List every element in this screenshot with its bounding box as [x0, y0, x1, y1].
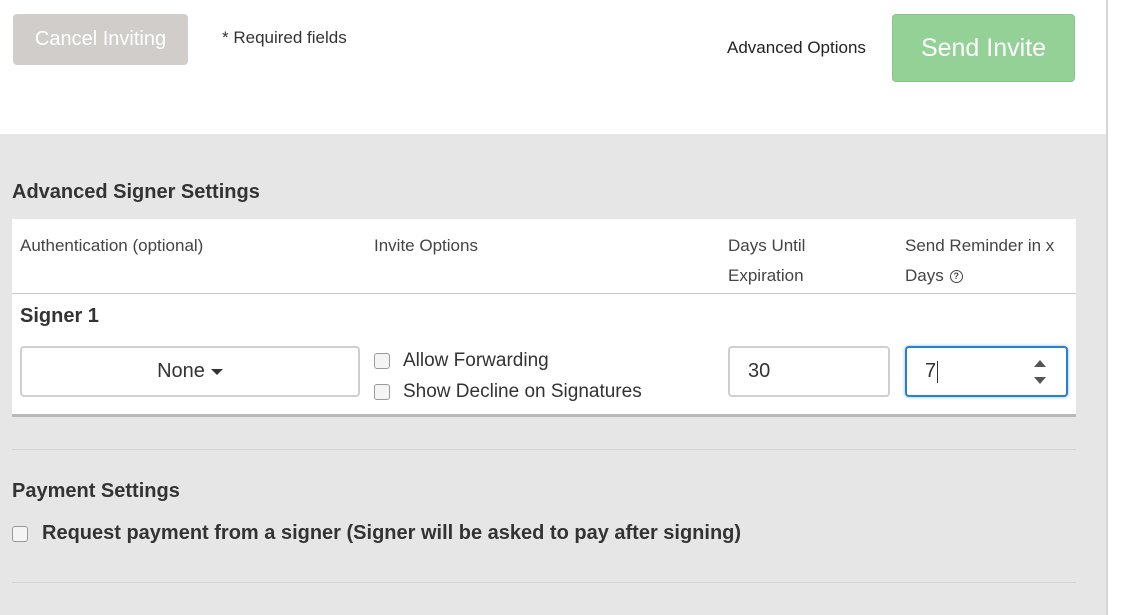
column-header-days-until-expiration: Days Until Expiration [728, 231, 805, 291]
signer-settings-table: Authentication (optional) Invite Options… [12, 219, 1076, 417]
signer-label: Signer 1 [20, 305, 99, 327]
number-spinner[interactable] [1032, 360, 1048, 384]
advanced-signer-settings-title: Advanced Signer Settings [12, 181, 260, 203]
header-divider [12, 293, 1076, 294]
show-decline-checkbox[interactable] [374, 384, 390, 400]
main-content: Cancel Inviting * Required fields Advanc… [0, 0, 1106, 615]
chevron-down-icon [210, 368, 223, 375]
section-divider [12, 449, 1076, 450]
text-cursor [937, 360, 939, 383]
column-header-reminder-line2: Days [905, 266, 944, 285]
send-invite-button[interactable]: Send Invite [892, 14, 1075, 82]
payment-settings-title: Payment Settings [12, 480, 180, 502]
allow-forwarding-label: Allow Forwarding [403, 350, 549, 371]
action-bar: Cancel Inviting * Required fields Advanc… [0, 0, 1106, 134]
reminder-days-input[interactable]: 7 [905, 346, 1068, 397]
column-header-expiration-line2: Expiration [728, 266, 804, 285]
request-payment-option[interactable]: Request payment from a signer (Signer wi… [12, 522, 741, 545]
expiration-days-input[interactable]: 30 [728, 346, 890, 397]
show-decline-option[interactable]: Show Decline on Signatures [374, 381, 642, 403]
column-header-reminder-line2-row: Days? [905, 261, 1054, 291]
column-header-invite-options: Invite Options [374, 236, 478, 255]
cancel-inviting-button[interactable]: Cancel Inviting [13, 14, 188, 65]
advanced-options-link[interactable]: Advanced Options [727, 38, 866, 58]
authentication-select[interactable]: None [20, 346, 360, 397]
expiration-days-value: 30 [748, 360, 771, 382]
scrollbar-gutter [1106, 0, 1140, 615]
authentication-select-value: None [157, 360, 205, 382]
spin-up-icon[interactable] [1034, 360, 1046, 367]
show-decline-label: Show Decline on Signatures [403, 381, 642, 402]
request-payment-label: Request payment from a signer (Signer wi… [42, 522, 742, 544]
help-icon[interactable]: ? [949, 270, 963, 283]
required-fields-note: * Required fields [222, 28, 347, 47]
allow-forwarding-checkbox[interactable] [374, 353, 390, 369]
column-header-send-reminder: Send Reminder in x Days? [905, 231, 1054, 291]
section-divider-bottom [12, 582, 1076, 583]
column-header-reminder-line1: Send Reminder in x [905, 236, 1055, 255]
column-header-expiration-line1: Days Until [728, 236, 806, 255]
spin-down-icon[interactable] [1034, 377, 1046, 384]
request-payment-checkbox[interactable] [12, 525, 28, 542]
column-header-authentication: Authentication (optional) [20, 236, 204, 255]
allow-forwarding-option[interactable]: Allow Forwarding [374, 350, 549, 372]
reminder-days-value: 7 [925, 360, 937, 382]
